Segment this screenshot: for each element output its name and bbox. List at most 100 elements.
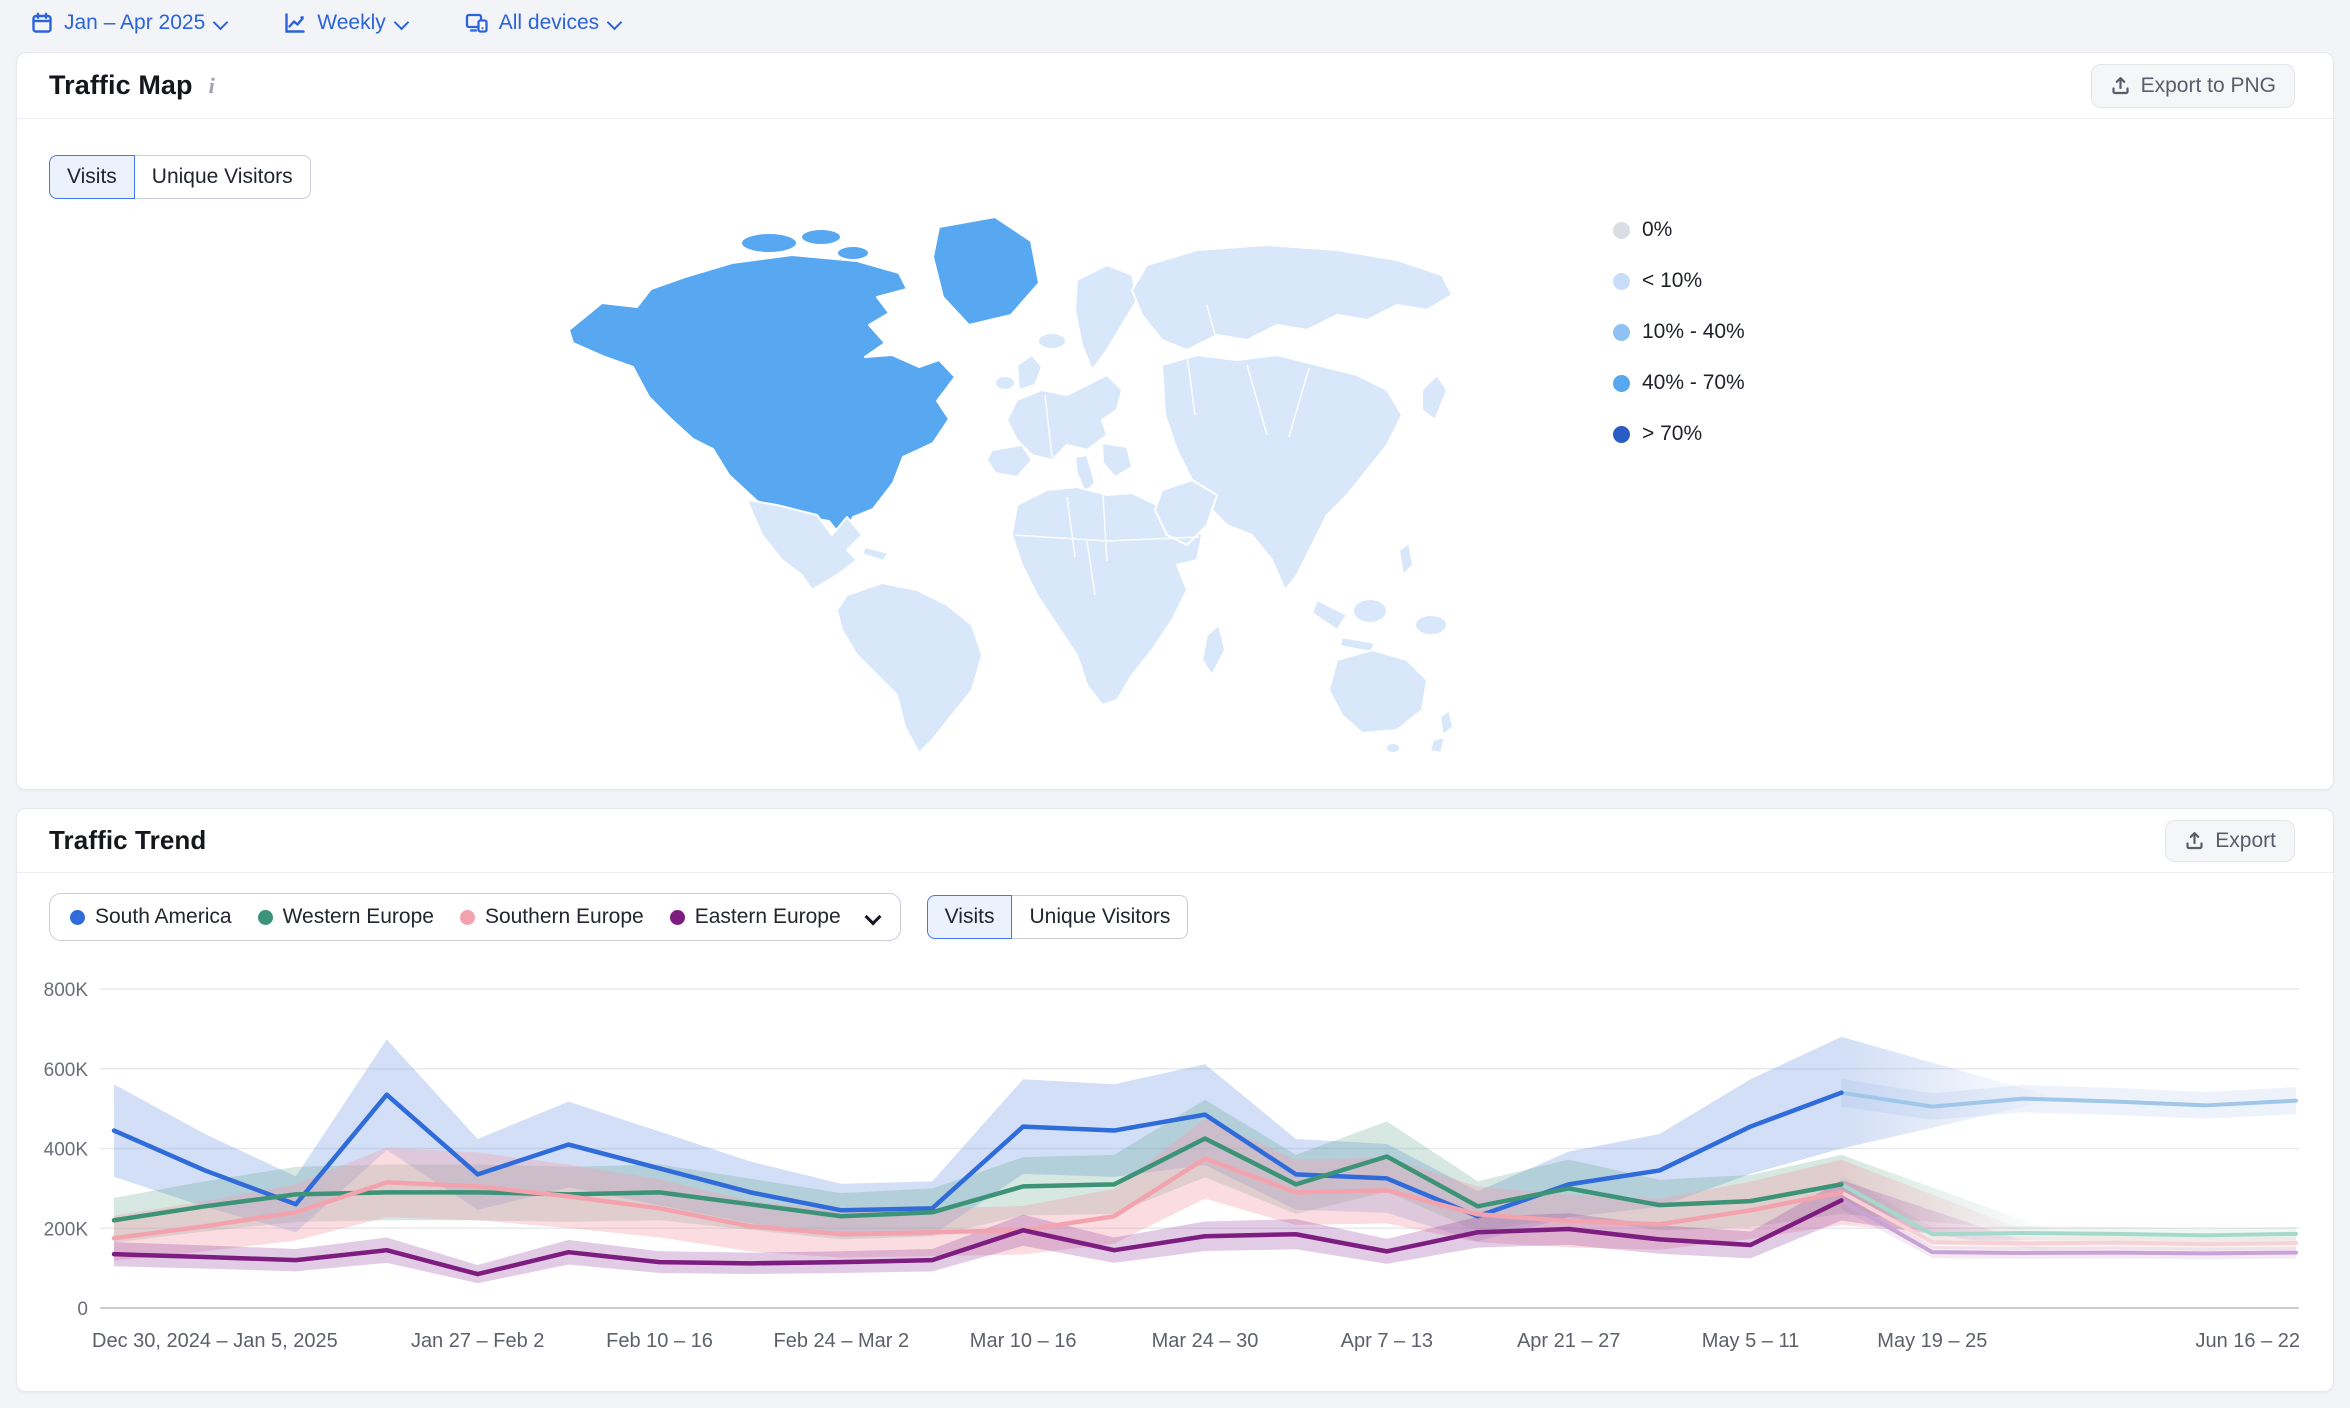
date-range-filter[interactable]: Jan – Apr 2025 — [30, 11, 227, 35]
series-selector-dropdown[interactable]: South America Western Europe Southern Eu… — [49, 893, 901, 941]
region-iberia — [987, 445, 1032, 477]
date-range-label: Jan – Apr 2025 — [64, 11, 205, 35]
trend-metric-toggle: Visits Unique Visitors — [927, 895, 1189, 939]
y-axis-label: 600K — [44, 1060, 89, 1081]
region-united-kingdom — [1017, 355, 1042, 390]
info-icon[interactable]: i — [209, 73, 215, 99]
map-visits-tab[interactable]: Visits — [49, 155, 135, 199]
y-axis-label: 200K — [44, 1219, 89, 1240]
chevron-down-icon — [609, 14, 621, 26]
region-new-zealand — [1440, 710, 1453, 735]
series-label: South America — [95, 905, 232, 929]
legend-dot-gt70 — [1613, 426, 1630, 443]
region-arctic-islands — [741, 233, 797, 253]
region-iceland — [1038, 333, 1066, 349]
region-tasmania — [1386, 743, 1400, 753]
region-australia — [1329, 650, 1427, 733]
series-label: Eastern Europe — [695, 905, 841, 929]
traffic-map-title: Traffic Map — [49, 70, 193, 101]
legend-dot-10-40 — [1613, 324, 1630, 341]
page: { "colors": { "accent": "#2B63DB", "map_… — [0, 0, 2350, 1408]
x-axis-label: Mar 24 – 30 — [1152, 1330, 1259, 1352]
region-japan — [1422, 375, 1447, 420]
x-axis-label: Jan 27 – Feb 2 — [411, 1330, 544, 1352]
map-metric-toggle: Visits Unique Visitors — [49, 155, 311, 199]
region-russia — [1132, 245, 1452, 350]
x-axis-label: Feb 10 – 16 — [606, 1330, 713, 1352]
trend-unique-visitors-tab[interactable]: Unique Visitors — [1012, 895, 1188, 939]
export-button[interactable]: Export — [2165, 820, 2295, 862]
trend-visits-tab[interactable]: Visits — [927, 895, 1013, 939]
region-south-america — [837, 583, 982, 753]
legend-label: 10% - 40% — [1642, 320, 1745, 344]
export-icon — [2184, 830, 2205, 851]
region-arctic-islands — [837, 246, 869, 260]
traffic-map-card: Traffic Map i Export to PNG Visits Uniqu… — [16, 52, 2334, 790]
legend-label: < 10% — [1642, 269, 1702, 293]
region-sumatra — [1312, 600, 1347, 630]
map-legend-item: 10% - 40% — [1613, 318, 1745, 346]
granularity-label: Weekly — [317, 11, 385, 35]
region-arctic-islands — [801, 229, 841, 245]
export-to-png-label: Export to PNG — [2141, 74, 2276, 98]
devices-label: All devices — [499, 11, 599, 35]
trend-chart[interactable]: 0 200K 400K 600K 800K Dec 30, 2024 – Jan 5, 2… — [17, 959, 2335, 1379]
traffic-map-header: Traffic Map i Export to PNG — [17, 53, 2333, 119]
x-axis-label: Feb 24 – Mar 2 — [774, 1330, 910, 1352]
legend-dot-0pct — [1613, 222, 1630, 239]
x-axis-label: May 19 – 25 — [1877, 1330, 1987, 1352]
series-dot — [460, 910, 475, 925]
map-legend-item: 0% — [1613, 216, 1745, 244]
export-icon — [2110, 75, 2131, 96]
chevron-down-icon — [867, 908, 880, 921]
x-axis-label: Mar 10 – 16 — [970, 1330, 1077, 1352]
granularity-filter[interactable]: Weekly — [283, 11, 407, 35]
series-dot — [258, 910, 273, 925]
chevron-down-icon — [215, 14, 227, 26]
map-legend-item: 40% - 70% — [1613, 369, 1745, 397]
legend-dot-lt10 — [1613, 273, 1630, 290]
region-madagascar — [1202, 625, 1225, 675]
series-item-southern-europe: Southern Europe — [460, 905, 644, 929]
y-axis-label: 0 — [77, 1299, 88, 1320]
legend-label: > 70% — [1642, 422, 1702, 446]
map-unique-visitors-tab[interactable]: Unique Visitors — [135, 155, 311, 199]
export-to-png-button[interactable]: Export to PNG — [2091, 64, 2295, 108]
region-greenland — [933, 217, 1039, 325]
trend-controls: South America Western Europe Southern Eu… — [49, 893, 1188, 941]
series-item-western-europe: Western Europe — [258, 905, 434, 929]
region-philippines — [1399, 543, 1413, 575]
x-axis-label: Apr 21 – 27 — [1517, 1330, 1620, 1352]
series-dot — [70, 910, 85, 925]
world-map[interactable] — [547, 205, 1457, 765]
series-dot — [670, 910, 685, 925]
legend-label: 40% - 70% — [1642, 371, 1745, 395]
x-axis-label: Dec 30, 2024 – Jan 5, 2025 — [92, 1330, 338, 1352]
region-borneo — [1353, 599, 1387, 623]
y-axis-label: 800K — [44, 980, 89, 1001]
y-axis-label: 400K — [44, 1140, 89, 1161]
series-item-south-america: South America — [70, 905, 232, 929]
map-legend-item: < 10% — [1613, 267, 1745, 295]
region-north-america — [569, 255, 955, 539]
devices-icon — [464, 11, 489, 35]
series-label: Southern Europe — [485, 905, 644, 929]
region-scandinavia — [1075, 265, 1137, 370]
x-axis-label: Jun 16 – 22 — [2195, 1330, 2300, 1352]
filter-bar: Jan – Apr 2025 Weekly All devices — [0, 0, 2350, 46]
x-axis-label: May 5 – 11 — [1702, 1330, 1799, 1352]
traffic-trend-header: Traffic Trend Export — [17, 809, 2333, 873]
x-axis-label: Apr 7 – 13 — [1341, 1330, 1433, 1352]
traffic-trend-title: Traffic Trend — [49, 825, 206, 856]
chevron-down-icon — [396, 14, 408, 26]
map-legend: 0% < 10% 10% - 40% 40% - 70% > 70% — [1613, 216, 1745, 471]
calendar-icon — [30, 11, 54, 35]
series-item-eastern-europe: Eastern Europe — [670, 905, 841, 929]
devices-filter[interactable]: All devices — [464, 11, 621, 35]
region-new-guinea — [1415, 615, 1447, 635]
trend-line-icon — [283, 11, 307, 35]
export-label: Export — [2215, 829, 2276, 853]
region-balkans — [1102, 443, 1132, 477]
legend-dot-40-70 — [1613, 375, 1630, 392]
region-new-zealand — [1430, 737, 1445, 753]
